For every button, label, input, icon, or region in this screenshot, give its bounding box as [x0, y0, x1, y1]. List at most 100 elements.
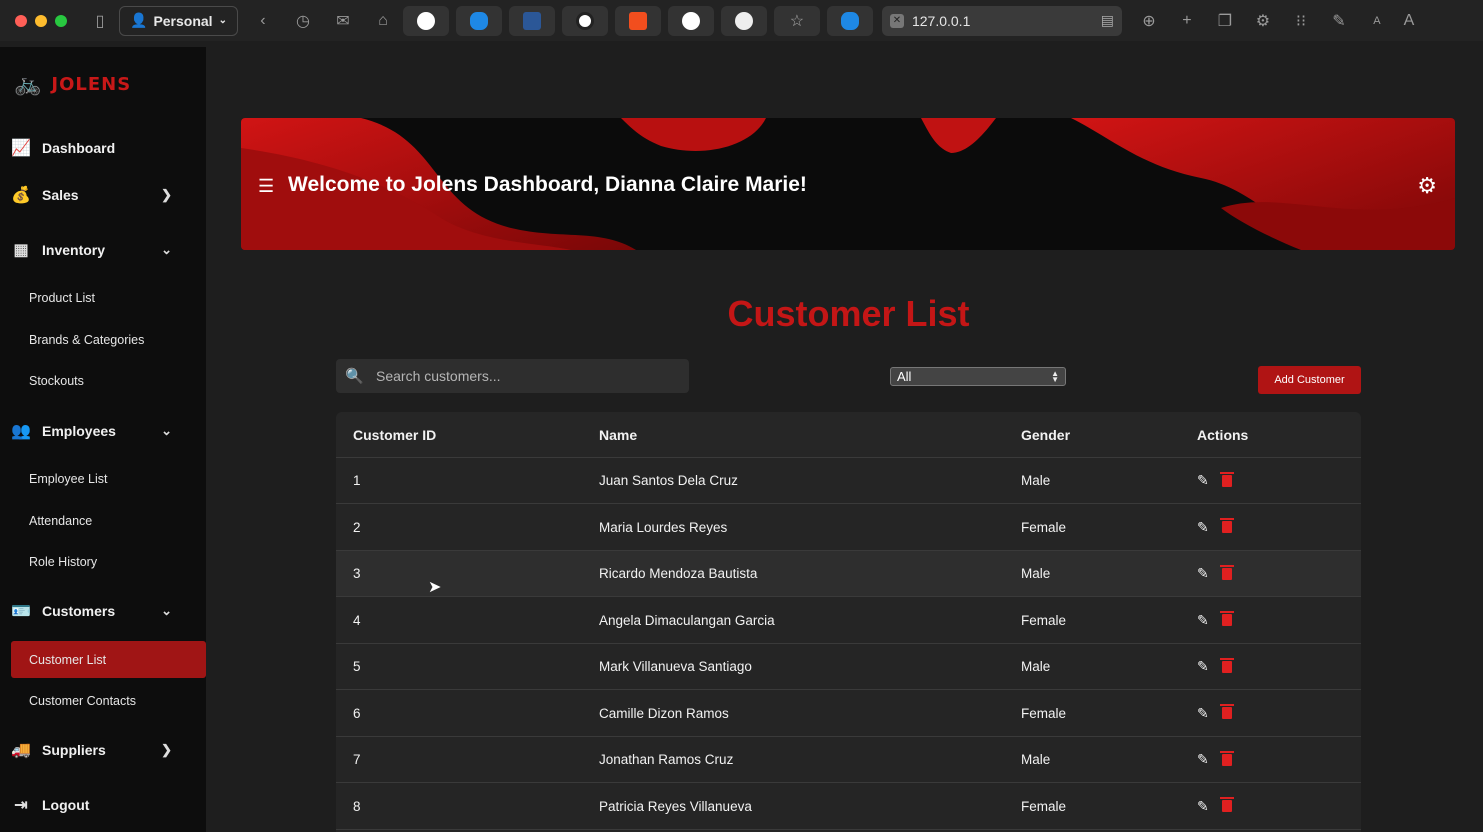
edit-page-icon[interactable]: ✎ [1326, 8, 1352, 34]
onedrive-icon [469, 11, 488, 30]
sidebar: 🚲 JOLENS 📈 Dashboard 💰 Sales ❯ ▦ Invento… [0, 47, 206, 832]
edit-icon[interactable]: ✎ [1197, 565, 1209, 582]
settings-gear-icon[interactable]: ⚙ [1417, 173, 1437, 199]
delete-icon[interactable] [1219, 657, 1234, 673]
cell-customer-id: 2 [353, 519, 361, 535]
reader-icon[interactable]: ▤ [1101, 12, 1114, 29]
openai-tab[interactable] [561, 5, 608, 36]
column-header-name: Name [599, 426, 638, 443]
bookmark-tab[interactable]: ☆ [773, 5, 820, 36]
sidebar-item-customer-list[interactable]: Customer List [11, 641, 206, 678]
cell-name: Maria Lourdes Reyes [599, 519, 728, 535]
table-row[interactable]: 7 Jonathan Ramos Cruz Male ✎ [336, 737, 1361, 783]
new-tab-icon[interactable]: + [1174, 8, 1200, 34]
download-icon[interactable]: ⊕ [1136, 8, 1162, 34]
edit-icon[interactable]: ✎ [1197, 519, 1209, 536]
edit-icon[interactable]: ✎ [1197, 472, 1209, 489]
sidebar-item-dashboard[interactable]: 📈 Dashboard [11, 129, 206, 167]
settings-icon[interactable]: ⚙ [1250, 8, 1276, 34]
cell-actions: ✎ [1197, 797, 1234, 815]
onedrive-tab-2[interactable] [826, 5, 873, 36]
edit-icon[interactable]: ✎ [1197, 751, 1209, 768]
close-window-button[interactable] [15, 14, 27, 27]
sidebar-item-inventory[interactable]: ▦ Inventory ⌄ [11, 231, 206, 269]
google-tab[interactable] [402, 5, 449, 36]
chevron-right-icon: ❯ [161, 187, 172, 202]
delete-icon[interactable] [1219, 564, 1234, 580]
boxes-icon: ▦ [13, 242, 29, 259]
edit-icon[interactable]: ✎ [1197, 658, 1209, 675]
figma-tab[interactable] [614, 5, 661, 36]
cell-gender: Male [1021, 752, 1051, 767]
brand-logo[interactable]: 🚲 JOLENS [14, 71, 131, 97]
table-row[interactable]: 1 Juan Santos Dela Cruz Male ✎ [336, 458, 1361, 504]
home-icon[interactable]: ⌂ [370, 8, 396, 34]
table-row[interactable]: 6 Camille Dizon Ramos Female ✎ [336, 691, 1361, 737]
delete-icon[interactable] [1219, 471, 1234, 487]
github-icon [734, 11, 753, 30]
onedrive-tab[interactable] [455, 5, 502, 36]
delete-icon[interactable] [1219, 797, 1234, 812]
sidebar-item-sales[interactable]: 💰 Sales ❯ [11, 176, 206, 214]
bicycle-icon: 🚲 [14, 71, 42, 96]
cell-customer-id: 6 [353, 705, 361, 721]
sidebar-item-product-list[interactable]: Product List [11, 279, 206, 316]
sidebar-item-employees[interactable]: 👥 Employees ⌄ [11, 412, 206, 450]
zoom-window-button[interactable] [55, 14, 67, 27]
cell-gender: Male [1021, 473, 1051, 488]
sidebar-item-suppliers[interactable]: 🚚 Suppliers ❯ [11, 731, 206, 769]
figma-icon [628, 11, 647, 30]
mail-icon[interactable]: ✉ [330, 8, 356, 34]
word-icon [522, 11, 541, 30]
table-row[interactable]: 8 Patricia Reyes Villanueva Female ✎ [336, 784, 1361, 830]
google-tab-2[interactable] [667, 5, 714, 36]
select-arrows-icon: ▲ ▼ [1051, 368, 1059, 384]
add-customer-button[interactable]: Add Customer [1258, 366, 1361, 394]
table-row[interactable]: 5 Mark Villanueva Santiago Male ✎ [336, 644, 1361, 690]
minimize-window-button[interactable] [35, 14, 47, 27]
github-tab[interactable] [720, 5, 767, 36]
edit-icon[interactable]: ✎ [1197, 705, 1209, 722]
sidebar-item-customer-contacts[interactable]: Customer Contacts [11, 682, 206, 719]
logout-icon: ⇥ [14, 797, 28, 814]
text-smaller-icon[interactable]: A [1364, 8, 1390, 34]
sidebar-item-customers[interactable]: 🪪 Customers ⌄ [11, 592, 206, 630]
sidebar-item-attendance[interactable]: Attendance [11, 502, 206, 539]
chevron-down-icon: ⌄ [161, 423, 172, 438]
edit-icon[interactable]: ✎ [1197, 612, 1209, 629]
text-larger-icon[interactable]: A [1396, 8, 1422, 34]
menu-toggle-icon[interactable]: ☰ [258, 176, 274, 197]
google-icon [416, 11, 435, 30]
chevron-down-icon: ⌄ [218, 15, 227, 26]
cell-customer-id: 8 [353, 798, 361, 814]
table-header: Customer ID Name Gender Actions [336, 412, 1361, 458]
sidebar-item-employee-list[interactable]: Employee List [11, 460, 206, 497]
profile-button[interactable]: 👤 Personal ⌄ [119, 5, 238, 36]
table-row[interactable]: 2 Maria Lourdes Reyes Female ✎ [336, 505, 1361, 551]
apps-grid-icon[interactable]: ⁝⁝ [1288, 8, 1314, 34]
chevron-right-icon: ❯ [161, 742, 172, 757]
tabs-overview-icon[interactable]: ❐ [1212, 8, 1238, 34]
search-input[interactable] [376, 368, 676, 384]
history-icon[interactable]: ◷ [290, 8, 316, 34]
sidebar-toggle-icon[interactable]: ▯ [87, 8, 113, 34]
gender-filter-select[interactable]: All ▲ ▼ [890, 367, 1066, 386]
word-tab[interactable] [508, 5, 555, 36]
delete-icon[interactable] [1219, 704, 1234, 719]
back-icon[interactable]: ‹ [250, 8, 276, 34]
sidebar-item-stockouts[interactable]: Stockouts [11, 362, 206, 399]
chart-line-icon: 📈 [11, 140, 31, 157]
cell-actions: ✎ [1197, 518, 1234, 536]
edit-icon[interactable]: ✎ [1197, 798, 1209, 815]
address-bar[interactable]: ✕ 127.0.0.1 ▤ [881, 5, 1122, 36]
delete-icon[interactable] [1219, 750, 1234, 766]
cell-name: Ricardo Mendoza Bautista [599, 566, 758, 581]
delete-icon[interactable] [1219, 518, 1234, 533]
cell-actions: ✎ [1197, 657, 1234, 675]
delete-icon[interactable] [1219, 611, 1234, 626]
sidebar-item-role-history[interactable]: Role History [11, 543, 206, 580]
sidebar-item-logout[interactable]: ⇥ Logout [11, 786, 206, 824]
sidebar-item-brands-categories[interactable]: Brands & Categories [11, 321, 206, 358]
table-row[interactable]: 3 Ricardo Mendoza Bautista Male ✎ [336, 551, 1361, 597]
table-row[interactable]: 4 Angela Dimaculangan Garcia Female ✎ [336, 598, 1361, 644]
